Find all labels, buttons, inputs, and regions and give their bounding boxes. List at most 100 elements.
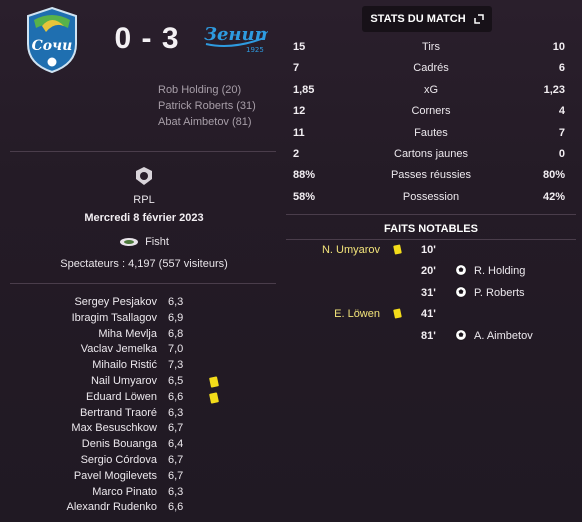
match-date: Mercredi 8 février 2023: [84, 212, 204, 224]
player-name[interactable]: Sergey Pesjakov: [74, 296, 157, 308]
stat-row: 15 Tirs 10: [285, 38, 577, 59]
player-row[interactable]: Vaclav Jemelka 7,0: [0, 343, 288, 359]
event-away-player[interactable]: P. Roberts: [474, 287, 525, 299]
player-rating: 6,7: [168, 469, 184, 482]
player-name[interactable]: Marco Pinato: [92, 486, 157, 498]
match-score: 0 - 3: [114, 22, 180, 55]
event-away-player[interactable]: A. Aimbetov: [474, 330, 533, 342]
event-minute: 20': [421, 265, 436, 278]
yellow-card-icon: [393, 244, 402, 255]
player-name[interactable]: Ibragim Tsallagov: [72, 312, 157, 324]
player-row[interactable]: Pavel Mogilevets 6,7: [0, 470, 288, 486]
stat-row: 58% Possession 42%: [285, 188, 577, 209]
zenit-logo-text: Зенит: [204, 24, 268, 45]
player-rating: 6,7: [168, 422, 184, 435]
stat-row: 7 Cadrés 6: [285, 59, 577, 80]
stat-away-value: 7: [558, 126, 565, 139]
stat-row: 1,85 xG 1,23: [285, 81, 577, 102]
player-row[interactable]: Marco Pinato 6,3: [0, 486, 288, 502]
match-stats-title: STATS DU MATCH: [370, 13, 466, 25]
player-rating: 6,3: [168, 485, 184, 498]
stat-away-value: 4: [558, 105, 565, 118]
player-name[interactable]: Vaclav Jemelka: [81, 343, 157, 355]
stat-label: Cadrés: [413, 62, 449, 75]
expand-icon[interactable]: [473, 14, 484, 24]
event-minute: 10': [421, 244, 436, 256]
player-rating: 7,0: [168, 343, 184, 356]
player-row[interactable]: Denis Bouanga 6,4: [0, 438, 288, 454]
yellow-card-icon: [209, 392, 219, 404]
rpl-competition-icon[interactable]: [133, 165, 155, 187]
stat-label: Tirs: [422, 41, 440, 53]
stadium-row: Fisht: [0, 236, 288, 248]
stat-away-value: 6: [558, 62, 565, 75]
away-scorer[interactable]: Rob Holding (20): [158, 84, 241, 96]
player-name[interactable]: Alexandr Rudenko: [66, 501, 157, 513]
player-rating: 6,8: [168, 327, 184, 340]
sochi-club-logo[interactable]: Сочи: [24, 6, 80, 74]
key-events-title: FAITS NOTABLES: [384, 223, 478, 235]
player-rating: 6,9: [168, 311, 184, 324]
player-row[interactable]: Sergio Córdova 6,7: [0, 454, 288, 470]
yellow-card-icon: [393, 308, 402, 319]
stat-label: Passes réussies: [390, 169, 472, 182]
player-row[interactable]: Bertrand Traoré 6,3: [0, 407, 288, 423]
attendance: Spectateurs : 4,197 (557 visiteurs): [60, 258, 228, 270]
event-row: 41' E. Löwen: [285, 304, 577, 325]
player-row[interactable]: Mihailo Ristić 7,3: [0, 359, 288, 375]
player-row[interactable]: Ibragim Tsallagov 6,9: [0, 312, 288, 328]
stat-label: xG: [423, 83, 439, 96]
event-minute: 81': [421, 329, 436, 342]
event-home-player[interactable]: E. Löwen: [334, 308, 380, 320]
event-home-player[interactable]: N. Umyarov: [322, 244, 380, 256]
event-minute: 31': [421, 286, 436, 299]
zenit-logo-year: 1925: [246, 46, 264, 54]
stadium-icon: [120, 238, 139, 246]
match-stats-header[interactable]: STATS DU MATCH: [362, 6, 492, 32]
player-name[interactable]: Sergio Córdova: [81, 454, 157, 466]
competition-name[interactable]: RPL: [0, 194, 288, 206]
player-name[interactable]: Nail Umyarov: [91, 375, 157, 387]
stat-label: Corners: [411, 105, 451, 118]
player-row[interactable]: Alexandr Rudenko 6,6: [0, 501, 288, 517]
player-name[interactable]: Denis Bouanga: [82, 438, 157, 450]
player-name[interactable]: Eduard Löwen: [86, 391, 157, 403]
stat-row: 11 Fautes 7: [285, 124, 577, 145]
player-row[interactable]: Nail Umyarov 6,5: [0, 375, 288, 391]
player-row[interactable]: Miha Mevlja 6,8: [0, 328, 288, 344]
event-away-player[interactable]: R. Holding: [474, 265, 525, 277]
stat-row: 88% Passes réussies 80%: [285, 166, 577, 187]
stat-away-value: 0: [558, 147, 565, 160]
player-rating: 6,6: [168, 390, 184, 403]
goal-ball-icon: [455, 328, 467, 341]
goal-ball-icon: [455, 264, 467, 277]
player-rating: 7,3: [168, 359, 184, 372]
player-row[interactable]: Eduard Löwen 6,6: [0, 391, 288, 407]
player-name[interactable]: Max Besuschkow: [71, 422, 157, 434]
player-rating: 6,5: [168, 374, 184, 387]
stat-away-value: 42%: [542, 190, 565, 203]
section-divider: [10, 283, 276, 284]
stadium-name: Fisht: [145, 236, 169, 248]
player-name[interactable]: Mihailo Ristić: [92, 359, 157, 371]
player-ratings-list: Sergey Pesjakov 6,3 Ibragim Tsallagov 6,9 Mi…: [0, 296, 288, 517]
player-name[interactable]: Miha Mevlja: [98, 328, 157, 340]
zenit-club-logo[interactable]: Зенит 1925: [202, 20, 268, 54]
event-row: 81' A. Aimbetov: [285, 326, 577, 347]
stat-away-value: 80%: [542, 169, 565, 182]
yellow-card-icon: [209, 376, 219, 388]
player-name[interactable]: Bertrand Traoré: [80, 407, 157, 419]
player-rating: 6,3: [168, 406, 184, 419]
player-row[interactable]: Sergey Pesjakov 6,3: [0, 296, 288, 312]
stat-label: Possession: [402, 190, 460, 203]
sochi-logo-text: Сочи: [32, 38, 73, 54]
stat-away-value: 10: [552, 41, 565, 53]
away-scorer[interactable]: Patrick Roberts (31): [158, 100, 256, 112]
away-scorer[interactable]: Abat Aimbetov (81): [158, 116, 252, 128]
stat-row: 2 Cartons jaunes 0: [285, 145, 577, 166]
player-name[interactable]: Pavel Mogilevets: [74, 470, 157, 482]
player-row[interactable]: Max Besuschkow 6,7: [0, 422, 288, 438]
section-divider: [286, 214, 576, 215]
match-stats-table: 15 Tirs 10 7 Cadrés 6 1,85 xG 1,23 12 Corners 4 11 Fa…: [285, 38, 577, 209]
stat-row: 12 Corners 4: [285, 102, 577, 123]
